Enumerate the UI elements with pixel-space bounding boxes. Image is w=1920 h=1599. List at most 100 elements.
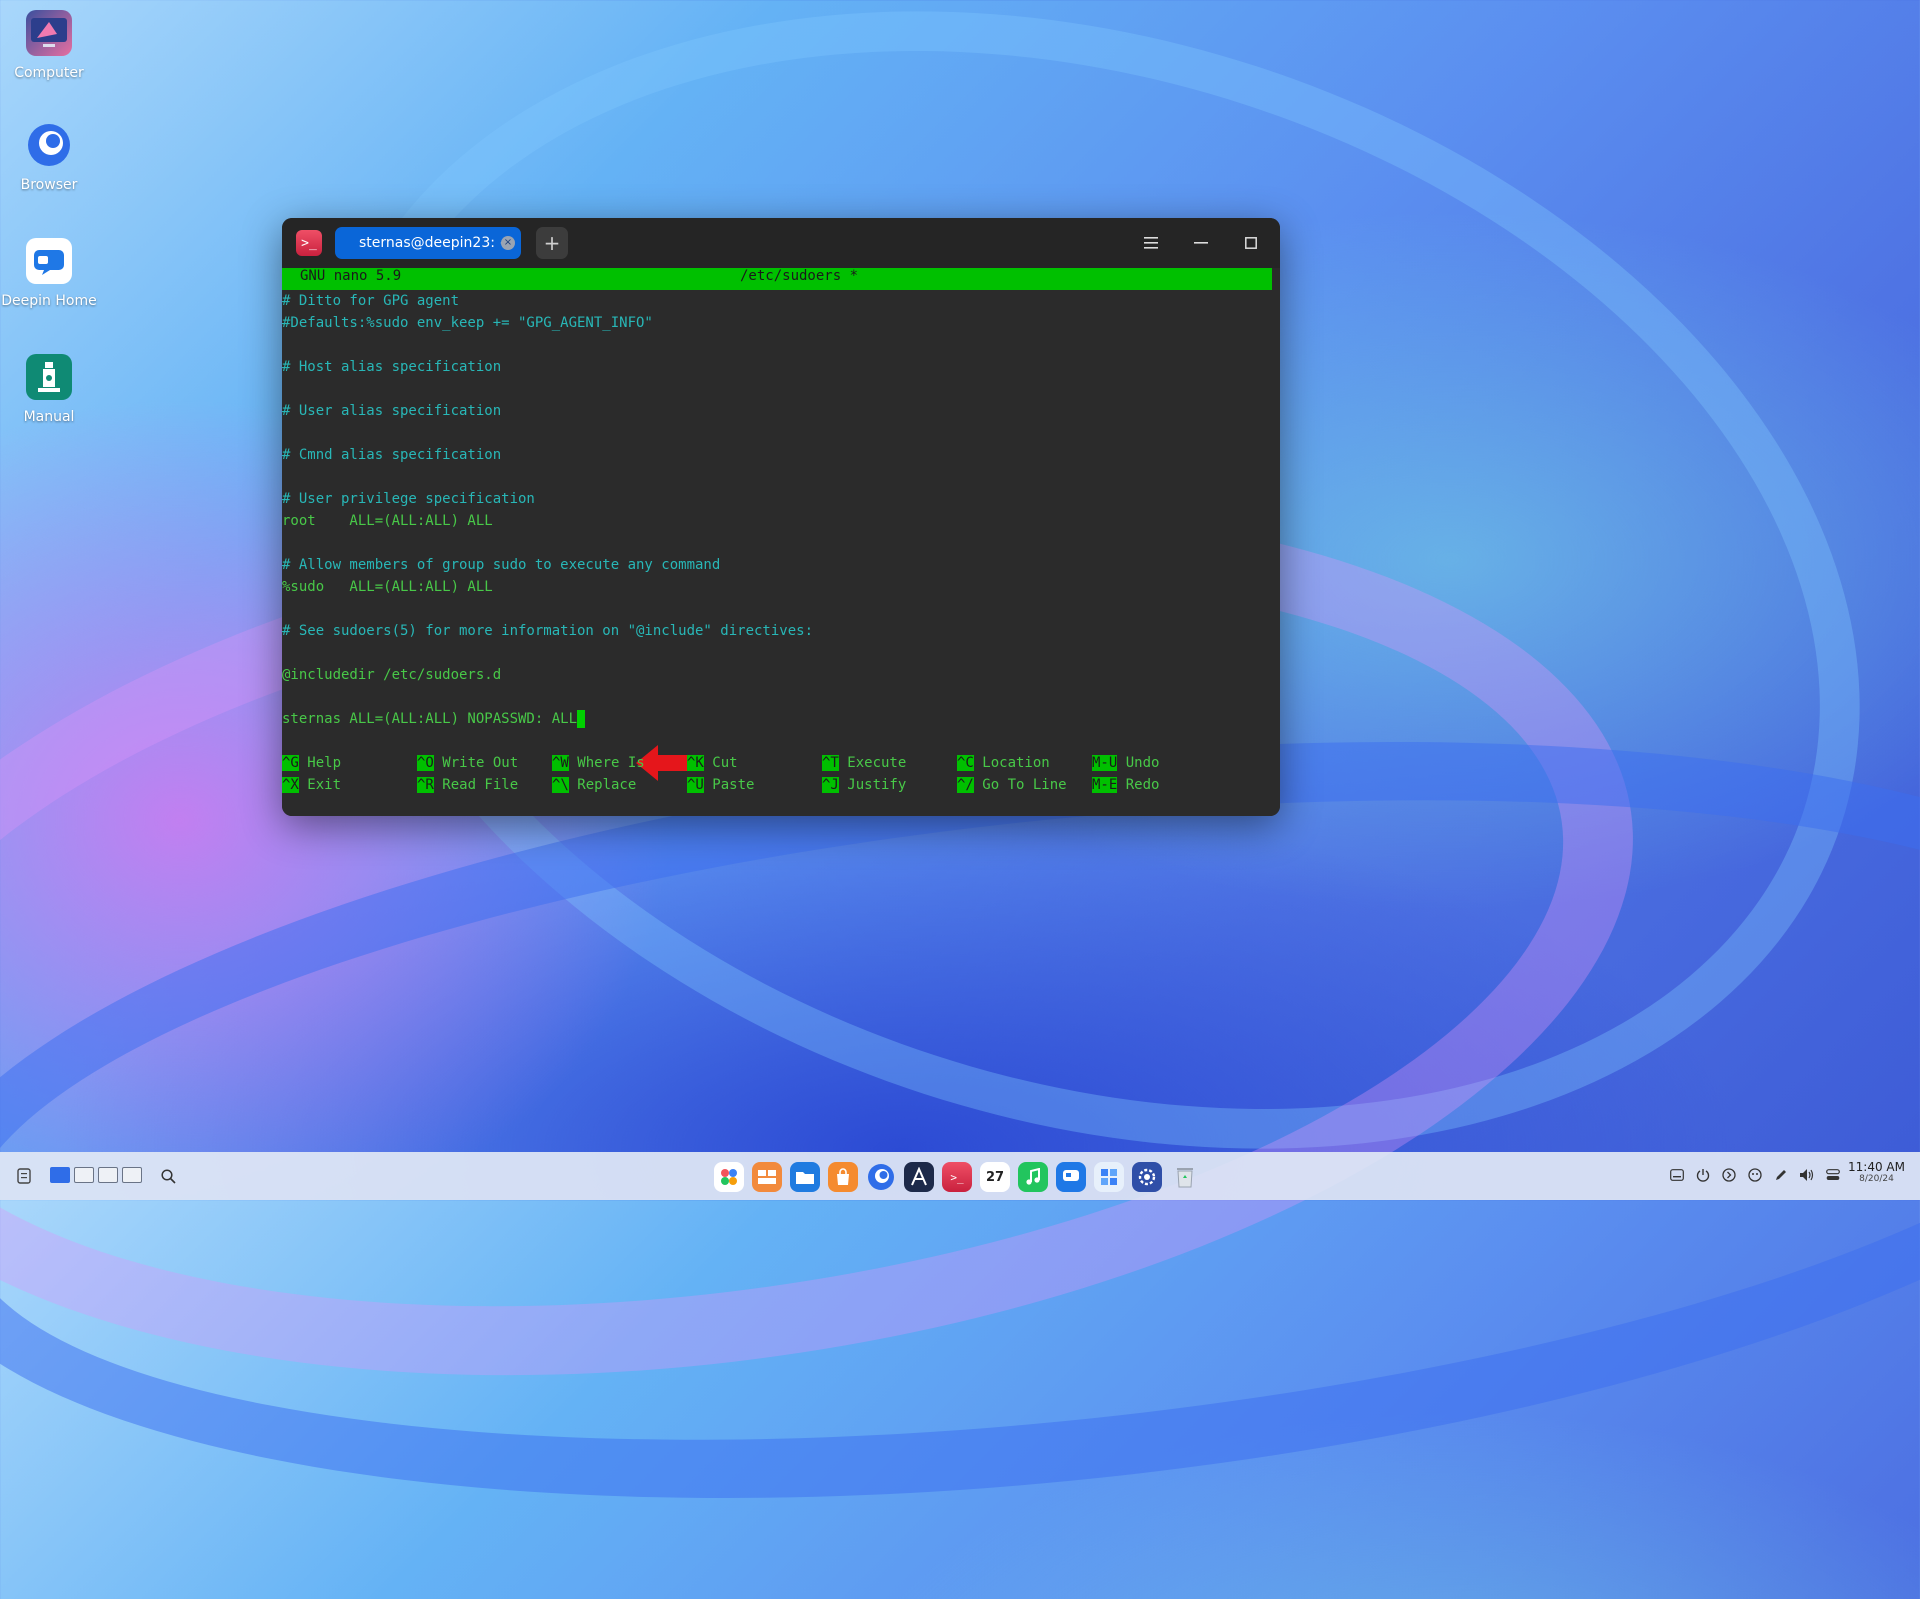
shortcut-label: Paste <box>703 777 755 793</box>
nano-shortcut: ^C Location <box>957 752 1050 774</box>
editor-line: sternas ALL=(ALL:ALL) NOPASSWD: ALL <box>282 708 586 730</box>
shortcut-label: Go To Line <box>973 777 1067 793</box>
computer-icon <box>26 10 72 56</box>
tab-close-icon[interactable]: × <box>501 236 515 250</box>
nano-shortcut: ^T Execute <box>822 752 906 774</box>
shortcut-key: ^J <box>822 777 839 793</box>
editor-line: # Cmnd alias specification <box>282 447 502 463</box>
terminal-app-icon: >_ <box>296 230 322 256</box>
shortcut-key: M-U <box>1092 755 1118 771</box>
nano-shortcut: M-E Redo <box>1092 774 1159 796</box>
nano-filename: /etc/sudoers * <box>740 268 859 284</box>
terminal-icon[interactable]: >_ <box>942 1162 972 1192</box>
deepin-home-icon[interactable] <box>1056 1162 1086 1192</box>
terminal-content[interactable]: GNU nano 5.9 /etc/sudoers * # Ditto for … <box>282 268 1280 816</box>
nano-shortcut: ^R Read File <box>417 774 518 796</box>
file-manager-icon[interactable] <box>790 1162 820 1192</box>
editor-line: %sudo ALL=(ALL:ALL) ALL <box>282 579 493 595</box>
browser-icon[interactable] <box>866 1162 896 1192</box>
shortcut-label: Undo <box>1117 755 1160 771</box>
shortcut-key: ^O <box>417 755 434 771</box>
shortcut-key: ^W <box>552 755 569 771</box>
clock[interactable]: 11:40 AM 8/20/24 <box>1848 1160 1905 1184</box>
nano-shortcut: ^/ Go To Line <box>957 774 1067 796</box>
clock-date: 8/20/24 <box>1859 1174 1894 1184</box>
settings-icon[interactable] <box>1132 1162 1162 1192</box>
desktop-icon-deepin-home[interactable]: Deepin Home <box>0 238 98 312</box>
editor-line: # See sudoers(5) for more information on… <box>282 623 814 639</box>
editor-line: # User alias specification <box>282 403 502 419</box>
nano-shortcut: ^O Write Out <box>417 752 518 774</box>
nano-shortcut: ^G Help <box>282 752 341 774</box>
desktop-icon-computer[interactable]: Computer <box>0 10 98 84</box>
shortcut-label: Exit <box>298 777 342 793</box>
desktop-icon-label: Computer <box>14 65 84 81</box>
nano-shortcut: ^\ Replace <box>552 774 636 796</box>
shortcut-key: ^K <box>687 755 704 771</box>
workspace-2[interactable] <box>74 1167 94 1183</box>
new-tab-button[interactable]: + <box>536 227 568 259</box>
nano-shortcut: ^W Where Is <box>552 752 645 774</box>
nano-title-bar: GNU nano 5.9 /etc/sudoers * <box>282 268 1272 290</box>
shortcut-label: Read File <box>433 777 519 793</box>
shortcut-label: Location <box>973 755 1050 771</box>
editor-line: root ALL=(ALL:ALL) ALL <box>282 513 493 529</box>
shortcut-label: Cut <box>703 755 738 771</box>
notes-icon[interactable] <box>14 1162 34 1190</box>
desktop-icon-label: Browser <box>20 177 78 193</box>
minimize-icon[interactable] <box>1186 228 1216 258</box>
launcher-icon[interactable] <box>714 1162 744 1192</box>
control-center-icon[interactable] <box>1824 1166 1842 1184</box>
nano-shortcut: ^U Paste <box>687 774 754 796</box>
calendar-icon[interactable]: 27 <box>980 1162 1010 1192</box>
app-store-icon[interactable] <box>828 1162 858 1192</box>
keyboard-icon[interactable] <box>1668 1166 1686 1184</box>
text-editor-icon[interactable] <box>904 1162 934 1192</box>
desktop-icon-manual[interactable]: Manual <box>0 354 98 428</box>
shortcut-key: ^R <box>417 777 434 793</box>
shortcut-key: ^X <box>282 777 299 793</box>
terminal-tab[interactable]: sternas@deepin23: ~ × <box>335 227 521 259</box>
workspace-1[interactable] <box>50 1167 70 1183</box>
editor-line: # Ditto for GPG agent <box>282 293 460 309</box>
clock-time: 11:40 AM <box>1848 1160 1905 1174</box>
shortcut-label: Redo <box>1117 777 1160 793</box>
editor-line: #Defaults:%sudo env_keep += "GPG_AGENT_I… <box>282 315 653 331</box>
shortcut-label: Justify <box>838 777 907 793</box>
multitasking-icon[interactable] <box>752 1162 782 1192</box>
terminal-titlebar[interactable]: >_ sternas@deepin23: ~ × + <box>282 218 1280 268</box>
nano-shortcut: M-U Undo <box>1092 752 1159 774</box>
shortcut-key: ^C <box>957 755 974 771</box>
manual-icon <box>26 354 72 400</box>
maximize-icon[interactable] <box>1236 228 1266 258</box>
shortcut-key: ^G <box>282 755 299 771</box>
trash-icon[interactable] <box>1170 1162 1200 1192</box>
shortcut-key: ^T <box>822 755 839 771</box>
search-icon[interactable] <box>158 1162 178 1190</box>
workspace-4[interactable] <box>122 1167 142 1183</box>
desktop-icon-label: Deepin Home <box>1 293 97 309</box>
shortcut-label: Replace <box>568 777 637 793</box>
calendar-day: 27 <box>985 1169 1005 1185</box>
editor-line: # Allow members of group sudo to execute… <box>282 557 721 573</box>
music-icon[interactable] <box>1018 1162 1048 1192</box>
workspace-3[interactable] <box>98 1167 118 1183</box>
nano-shortcut: ^X Exit <box>282 774 341 796</box>
nano-version: GNU nano 5.9 <box>300 268 402 284</box>
menu-icon[interactable] <box>1136 228 1166 258</box>
shortcut-label: Help <box>298 755 342 771</box>
assistant-icon[interactable] <box>1746 1166 1764 1184</box>
arrow-right-circle-icon[interactable] <box>1720 1166 1738 1184</box>
terminal-window[interactable]: >_ sternas@deepin23: ~ × + GNU nano 5.9 … <box>282 218 1280 816</box>
deepin-home-icon <box>26 238 72 284</box>
shortcut-key: M-E <box>1092 777 1118 793</box>
browser-icon <box>26 122 72 168</box>
desktop-icon-browser[interactable]: Browser <box>0 122 98 196</box>
taskbar: >_ 27 11:40 AM 8/20/24 <box>0 1152 1920 1200</box>
volume-icon[interactable] <box>1798 1166 1816 1184</box>
pen-icon[interactable] <box>1772 1166 1790 1184</box>
control-panel-icon[interactable] <box>1094 1162 1124 1192</box>
power-icon[interactable] <box>1694 1166 1712 1184</box>
shortcut-label: Where Is <box>568 755 645 771</box>
shortcut-key: ^/ <box>957 777 974 793</box>
